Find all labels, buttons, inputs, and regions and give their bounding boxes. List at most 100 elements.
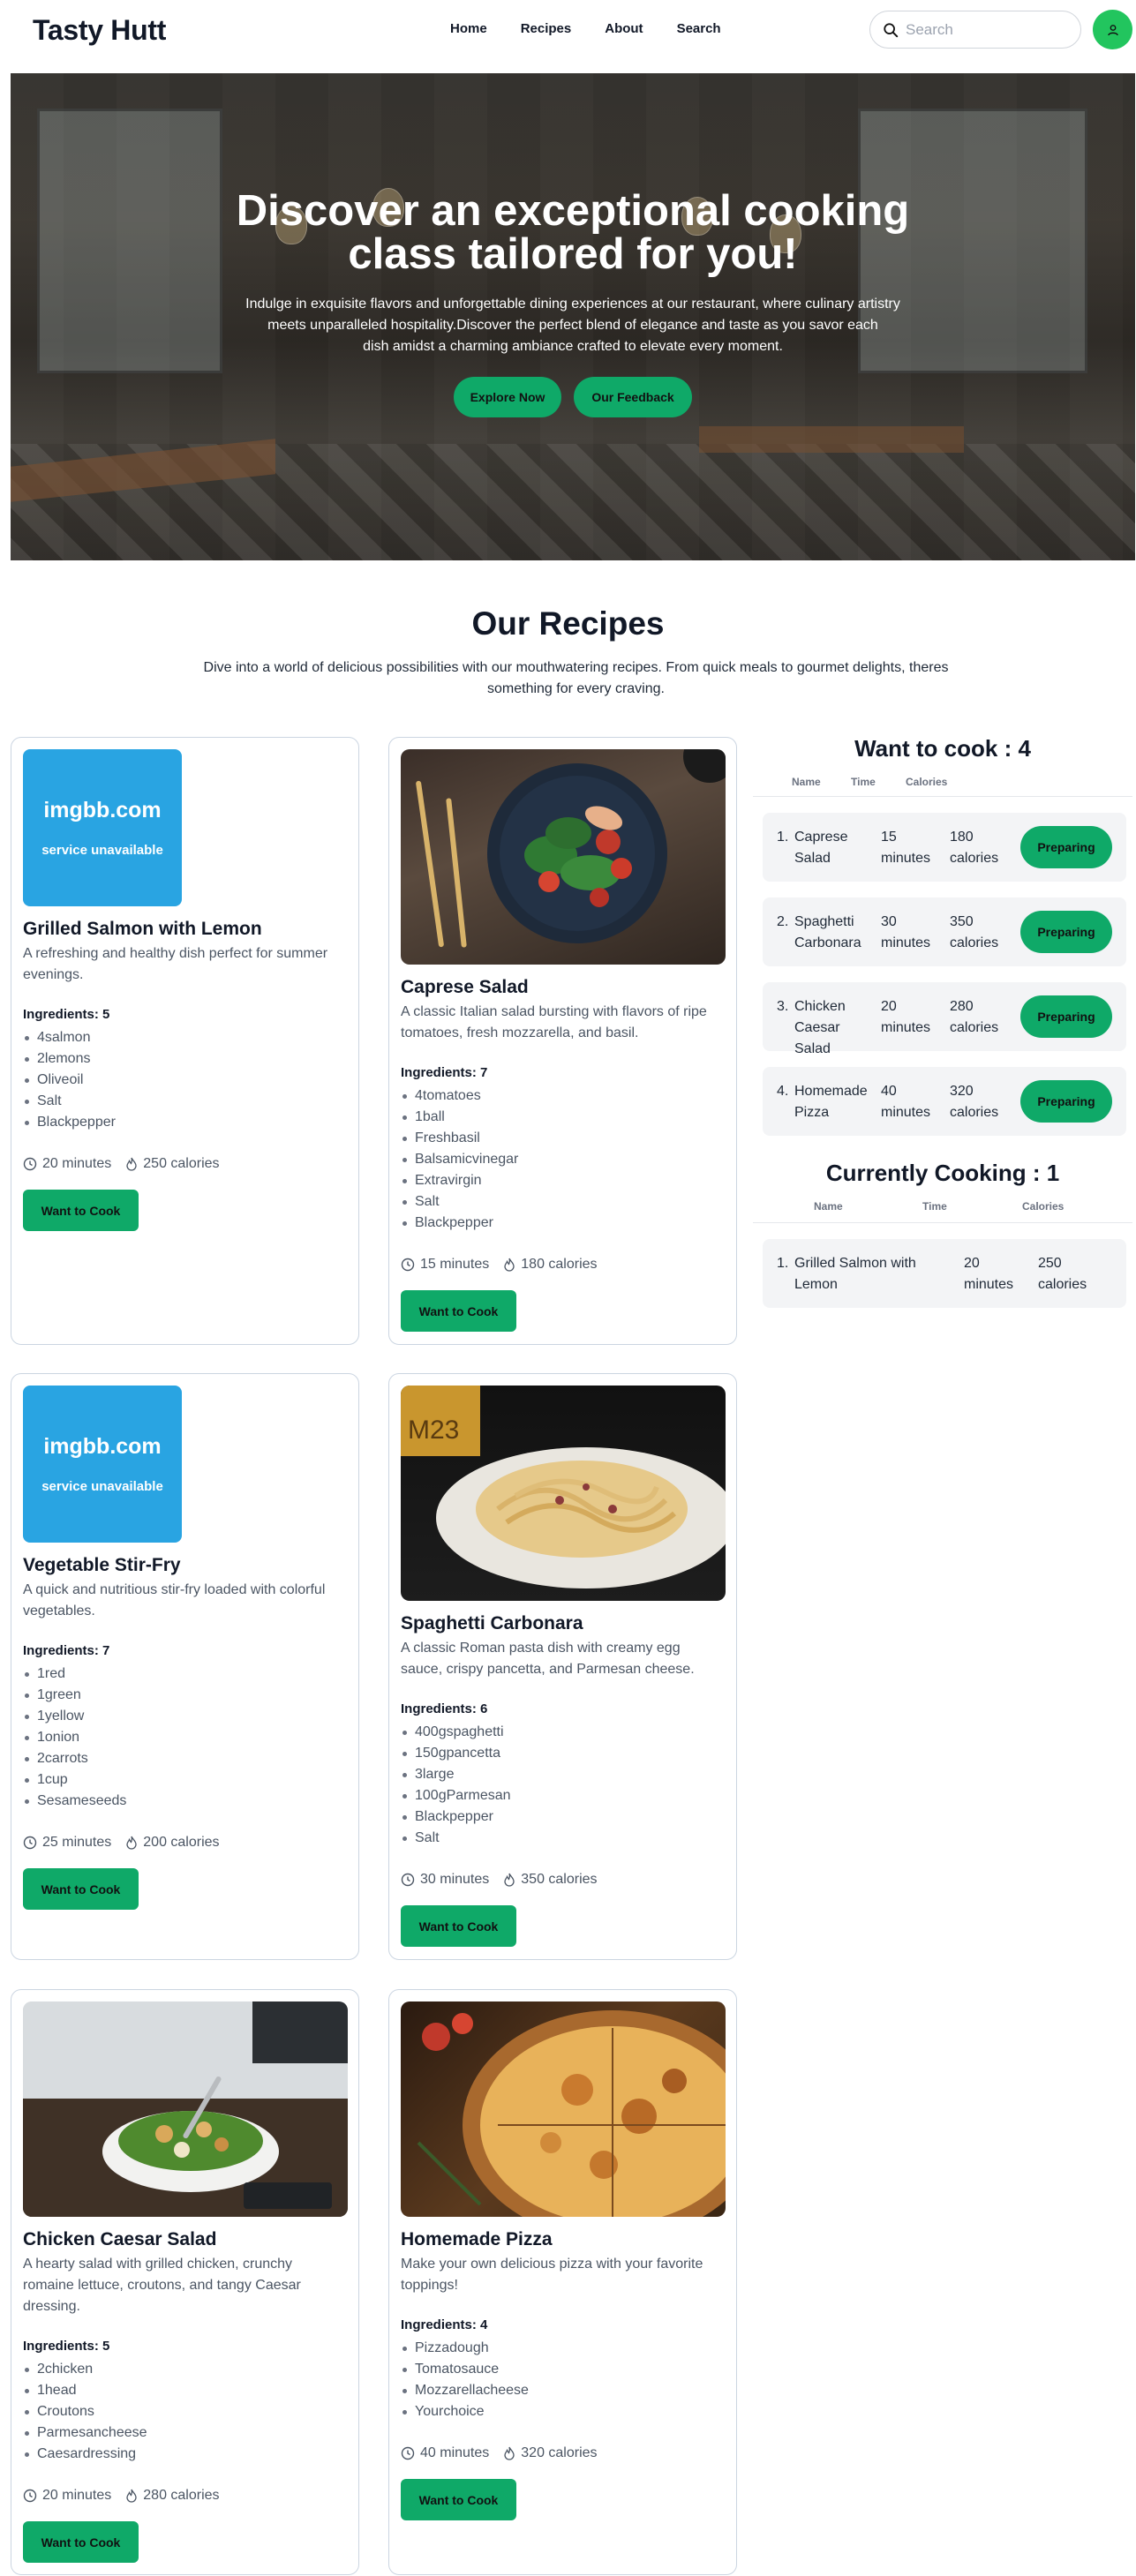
currently-cooking-header-calories: Calories (1022, 1200, 1065, 1213)
recipe-meta: 20 minutes 280 calories (23, 2488, 347, 2504)
currently-cooking-title: Currently Cooking : 1 (825, 1160, 1060, 1186)
recipe-time: 20 minutes (23, 1156, 111, 1172)
ingredient-item: 1cup (23, 1769, 347, 1791)
preparing-button[interactable]: Preparing (1020, 911, 1112, 953)
preparing-button[interactable]: Preparing (1020, 1080, 1112, 1123)
preparing-button[interactable]: Preparing (1020, 995, 1112, 1038)
ingredient-item: Blackpepper (23, 1112, 347, 1133)
hero-content: Discover an exceptional cooking class ta… (11, 190, 1135, 417)
explore-now-button[interactable]: Explore Now (454, 377, 561, 417)
recipe-calories: 280 calories (125, 2488, 220, 2504)
ingredients-heading: Ingredients: 5 (23, 1007, 110, 1022)
ingredient-item: 4salmon (23, 1027, 347, 1048)
hero-banner: Discover an exceptional cooking class ta… (11, 73, 1135, 560)
row-time: 15 minutes (881, 830, 931, 866)
ingredients-list: 4tomatoes 1ball Freshbasil Balsamicvineg… (401, 1085, 725, 1234)
homemade-pizza-illustration (417, 2010, 726, 2217)
ingredient-item: 1ball (401, 1107, 725, 1128)
recipe-description: A hearty salad with grilled chicken, cru… (23, 2257, 301, 2314)
ingredients-heading: Ingredients: 6 (401, 1701, 488, 1716)
fire-icon (504, 1258, 515, 1272)
clock-icon (23, 1157, 37, 1171)
recipe-image (401, 2001, 726, 2217)
row-number: 3. (777, 999, 789, 1014)
row-time: 40 minutes (881, 1084, 931, 1120)
clock-icon (401, 2446, 415, 2460)
ingredients-list: 4salmon 2lemons Oliveoil Salt Blackpeppe… (23, 1027, 347, 1133)
fire-icon (504, 2446, 515, 2460)
row-name: Chicken Caesar Salad (794, 999, 846, 1056)
ingredient-item: Sesameseeds (23, 1791, 347, 1812)
want-to-cook-button[interactable]: Want to Cook (23, 1190, 139, 1231)
recipe-calories: 320 calories (503, 2445, 598, 2461)
recipe-image (401, 749, 726, 965)
recipe-calories-text: 250 calories (143, 1156, 220, 1171)
row-calories: 320 calories (950, 1084, 999, 1120)
ingredient-item: 2chicken (23, 2359, 347, 2380)
recipe-description: A quick and nutritious stir-fry loaded w… (23, 1582, 326, 1618)
nav-home-link[interactable]: Home (450, 21, 487, 36)
user-avatar-button[interactable] (1093, 10, 1132, 49)
recipe-time-text: 20 minutes (42, 2488, 112, 2503)
ingredient-item: 1head (23, 2380, 347, 2401)
search-input[interactable] (906, 20, 1065, 39)
want-to-cook-button[interactable]: Want to Cook (23, 1868, 139, 1910)
recipe-calories: 180 calories (503, 1257, 598, 1273)
recipe-time-text: 30 minutes (420, 1872, 490, 1887)
want-to-cook-button[interactable]: Want to Cook (401, 1290, 516, 1332)
brand-logo[interactable]: Tasty Hutt (33, 14, 166, 47)
ingredients-heading: Ingredients: 7 (23, 1643, 110, 1658)
row-calories: 250 calories (1038, 1256, 1087, 1292)
placeholder-message: service unavailable (41, 843, 163, 858)
recipe-calories: 200 calories (125, 1835, 220, 1851)
ingredient-item: 100gParmesan (401, 1785, 725, 1806)
hero-buttons: Explore Now Our Feedback (11, 377, 1135, 417)
ingredient-item: 1green (23, 1685, 347, 1706)
ingredients-list: 2chicken 1head Croutons Parmesancheese C… (23, 2359, 347, 2465)
recipes-section-subtitle: Dive into a world of delicious possibili… (203, 660, 949, 696)
nav-about-link[interactable]: About (605, 21, 643, 36)
row-time: 20 minutes (964, 1256, 1014, 1292)
recipe-image-placeholder: imgbb.com service unavailable (23, 1386, 182, 1543)
recipe-image-placeholder: imgbb.com service unavailable (23, 749, 182, 906)
preparing-button[interactable]: Preparing (1020, 826, 1112, 868)
row-name: Caprese Salad (794, 830, 848, 866)
hero-bg-table (699, 426, 964, 453)
want-to-cook-header-time: Time (851, 776, 876, 788)
row-calories: 350 calories (950, 914, 999, 950)
hero-description: Indulge in exquisite flavors and unforge… (233, 294, 913, 357)
recipe-calories-text: 320 calories (521, 2445, 598, 2460)
want-to-cook-button[interactable]: Want to Cook (401, 1905, 516, 1947)
ingredient-item: 1red (23, 1664, 347, 1685)
recipe-card: imgbb.com service unavailable Grilled Sa… (11, 737, 359, 1345)
placeholder-brand: imgbb.com (43, 1434, 162, 1459)
ingredient-item: 1onion (23, 1727, 347, 1748)
nav-recipes-link[interactable]: Recipes (521, 21, 572, 36)
ingredient-item: 2lemons (23, 1048, 347, 1070)
recipe-time-text: 15 minutes (420, 1257, 490, 1272)
want-to-cook-row: 3. Chicken Caesar Salad 20 minutes 280 c… (763, 982, 1126, 1056)
row-number: 2. (777, 914, 789, 929)
recipe-image (23, 2001, 348, 2217)
currently-cooking-row: 1. Grilled Salmon with Lemon 20 minutes … (763, 1239, 1126, 1308)
our-feedback-button[interactable]: Our Feedback (574, 377, 692, 417)
placeholder-brand: imgbb.com (43, 798, 162, 822)
recipe-meta: 15 minutes 180 calories (401, 1257, 725, 1273)
want-to-cook-row: 2. Spaghetti Carbonara 30 minutes 350 ca… (763, 897, 1126, 966)
ingredient-item: Tomatosauce (401, 2359, 725, 2380)
ingredient-item: Yourchoice (401, 2401, 725, 2422)
row-name: Homemade Pizza (794, 1084, 868, 1120)
ingredient-item: Blackpepper (401, 1806, 725, 1828)
fire-icon (126, 1836, 137, 1850)
search-box[interactable] (869, 11, 1081, 49)
recipe-calories-text: 280 calories (143, 2488, 220, 2503)
want-to-cook-button[interactable]: Want to Cook (23, 2521, 139, 2563)
ingredients-list: 1red 1green 1yellow 1onion 2carrots 1cup… (23, 1664, 347, 1812)
want-to-cook-button[interactable]: Want to Cook (401, 2479, 516, 2520)
recipe-time: 25 minutes (23, 1835, 111, 1851)
recipe-title: Chicken Caesar Salad (23, 2229, 217, 2249)
clock-icon (23, 1836, 37, 1850)
fire-icon (126, 2489, 137, 2503)
recipe-description: A classic Roman pasta dish with creamy e… (401, 1641, 695, 1677)
nav-search-link[interactable]: Search (677, 21, 721, 36)
